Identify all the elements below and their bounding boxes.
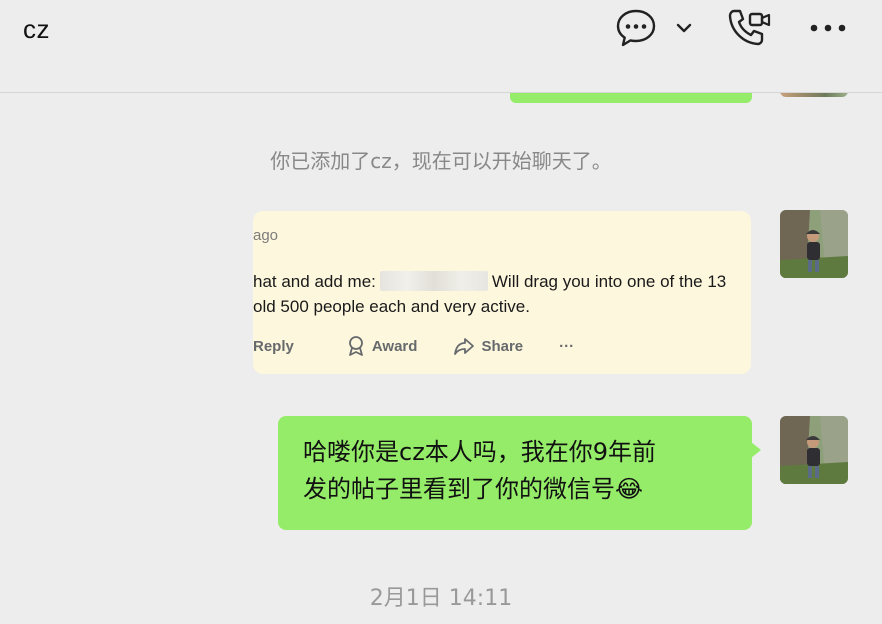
more-icon[interactable] — [806, 18, 850, 38]
chat-bubble-icon[interactable] — [614, 7, 658, 49]
outgoing-message-bubble[interactable]: 哈喽你是cz本人吗，我在你9年前 发的帖子里看到了你的微信号😂 — [278, 416, 761, 530]
chat-header: cz — [0, 0, 882, 93]
post-text-line-2: old 500 people each and very active. — [253, 297, 530, 316]
message-row: 哈喽你是cz本人吗，我在你9年前 发的帖子里看到了你的微信号😂 — [278, 416, 761, 530]
message-timestamp: 2月1日 14:11 — [369, 586, 513, 611]
laughing-emoji-icon: 😂 — [615, 475, 644, 503]
message-line-2: 发的帖子里看到了你的微信号😂 — [303, 471, 732, 508]
redacted-contact — [379, 271, 488, 291]
shared-screenshot-card[interactable]: ago hat and add me: Will drag you into on… — [253, 211, 751, 374]
share-icon — [454, 338, 475, 355]
previous-message-bubble[interactable] — [510, 93, 752, 103]
message-line-2-text: 发的帖子里看到了你的微信号 — [303, 475, 615, 503]
chat-title: cz — [23, 14, 50, 44]
system-message: 你已添加了cz，现在可以开始聊天了。 — [270, 149, 612, 173]
award-icon — [348, 336, 363, 356]
post-time: ago — [253, 227, 279, 244]
post-text-after: Will drag you into one of the 13 — [491, 272, 727, 291]
message-line-1: 哈喽你是cz本人吗，我在你9年前 — [303, 438, 657, 466]
share-label: Share — [481, 337, 524, 355]
avatar[interactable] — [780, 416, 848, 484]
reply-action[interactable]: Reply — [253, 338, 294, 355]
avatar[interactable] — [780, 210, 848, 278]
chevron-down-icon[interactable] — [674, 18, 694, 38]
post-text-before: hat and add me: — [253, 272, 376, 291]
reply-label: Reply — [253, 337, 294, 355]
award-action[interactable]: Award — [346, 335, 418, 357]
previous-avatar[interactable] — [780, 93, 848, 97]
more-actions[interactable]: ··· — [559, 338, 574, 355]
chat-messages[interactable]: 你已添加了cz，现在可以开始聊天了。 ago hat and add me: Wi… — [0, 93, 882, 624]
post-text-line-1: hat and add me: Will drag you into one of… — [253, 271, 726, 292]
phone-video-icon[interactable] — [724, 6, 772, 50]
share-action[interactable]: Share — [453, 336, 523, 356]
award-label: Award — [371, 337, 418, 355]
post-actions: Reply Award Share ··· — [253, 335, 610, 357]
more-actions-label: ··· — [559, 337, 575, 355]
